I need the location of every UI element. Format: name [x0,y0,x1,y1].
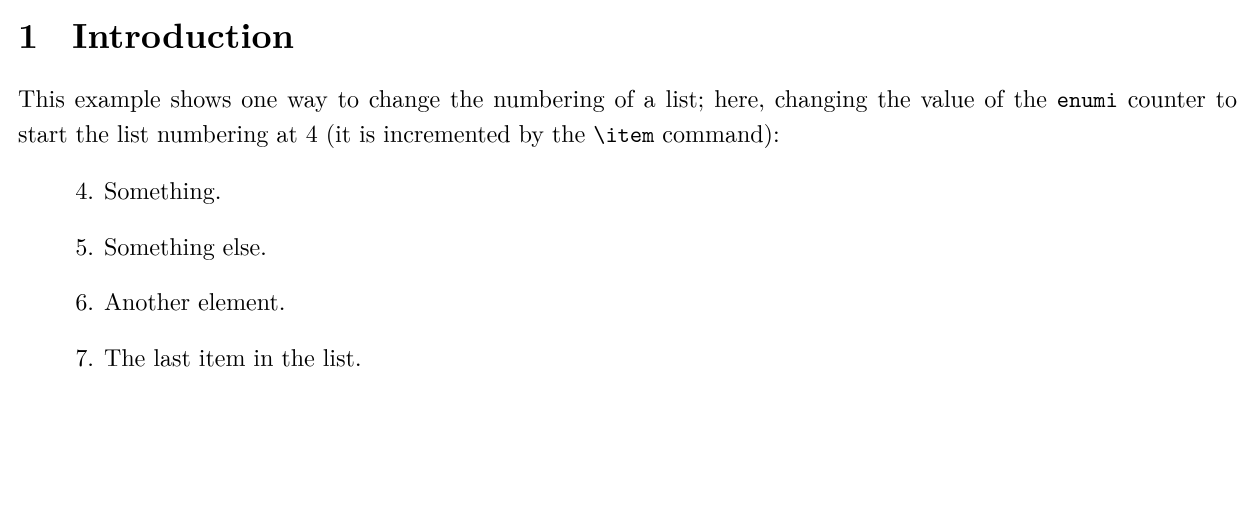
section-number: 1 [18,10,38,59]
enumerated-list: 4.Something.5.Something else.6.Another e… [18,173,1237,373]
section-heading: 1 Introduction [18,10,1237,59]
item-number: 6. [18,284,104,318]
item-number: 7. [18,340,104,374]
list-item: 6.Another element. [18,284,1237,318]
list-item: 7.The last item in the list. [18,340,1237,374]
list-item: 4.Something. [18,173,1237,207]
code-span: \item [593,119,654,150]
section-title: Introduction [72,10,294,59]
list-item: 5.Something else. [18,229,1237,263]
paragraph-text: This example shows one way to change the… [18,80,1057,114]
item-text: The last item in the list. [104,340,1237,374]
paragraph-text: command): [654,115,779,149]
item-text: Something. [104,173,1237,207]
item-number: 5. [18,229,104,263]
code-span: enumi [1057,84,1118,115]
item-number: 4. [18,173,104,207]
item-text: Another element. [104,284,1237,318]
intro-paragraph: This example shows one way to change the… [18,81,1237,151]
item-text: Something else. [104,229,1237,263]
